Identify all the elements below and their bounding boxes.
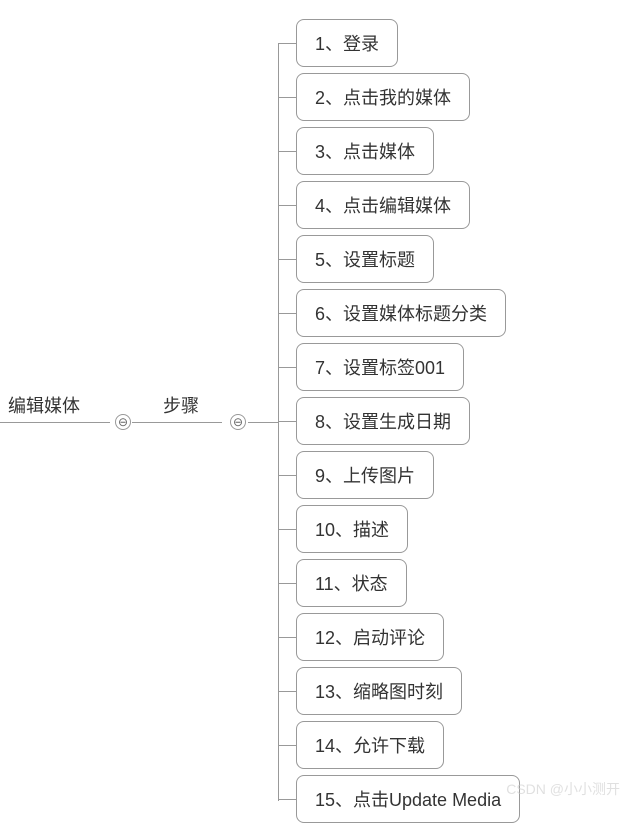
leaf-box: 2、点击我的媒体 xyxy=(296,73,470,121)
leaf-node[interactable]: 8、设置生成日期 xyxy=(278,394,618,448)
leaf-label: 11、状态 xyxy=(315,574,388,594)
leaf-container: 1、登录 2、点击我的媒体 3、点击媒体 4、点击编辑媒体 5、设置标题 xyxy=(278,16,618,826)
leaf-connector-line xyxy=(278,205,296,206)
leaf-connector-line xyxy=(278,745,296,746)
leaf-box: 13、缩略图时刻 xyxy=(296,667,462,715)
leaf-label: 7、设置标签001 xyxy=(315,358,445,378)
leaf-box: 14、允许下载 xyxy=(296,721,444,769)
leaf-node[interactable]: 2、点击我的媒体 xyxy=(278,70,618,124)
leaf-connector-line xyxy=(278,637,296,638)
leaf-connector-line xyxy=(278,691,296,692)
branch-connector-line xyxy=(248,422,278,423)
mid-node[interactable]: 步骤 xyxy=(155,388,207,422)
minus-icon: ⊖ xyxy=(233,416,243,428)
leaf-label: 5、设置标题 xyxy=(315,250,415,270)
leaf-box: 12、启动评论 xyxy=(296,613,444,661)
mid-connector-line xyxy=(132,422,222,423)
leaf-connector-line xyxy=(278,313,296,314)
watermark-text: CSDN @小小测开 xyxy=(506,779,620,799)
leaf-connector-line xyxy=(278,583,296,584)
root-label: 编辑媒体 xyxy=(8,396,80,416)
mindmap-diagram: 编辑媒体 ⊖ 步骤 ⊖ 1、登录 2、点击我的媒体 3、点击媒体 xyxy=(0,0,640,809)
leaf-box: 11、状态 xyxy=(296,559,407,607)
leaf-connector-line xyxy=(278,529,296,530)
leaf-node[interactable]: 3、点击媒体 xyxy=(278,124,618,178)
leaf-connector-line xyxy=(278,475,296,476)
collapse-toggle-root[interactable]: ⊖ xyxy=(115,414,131,430)
leaf-connector-line xyxy=(278,367,296,368)
leaf-node[interactable]: 13、缩略图时刻 xyxy=(278,664,618,718)
leaf-connector-line xyxy=(278,799,296,800)
leaf-connector-line xyxy=(278,259,296,260)
leaf-label: 15、点击Update Media xyxy=(315,790,501,810)
leaf-label: 1、登录 xyxy=(315,34,379,54)
leaf-label: 6、设置媒体标题分类 xyxy=(315,304,487,324)
leaf-box: 15、点击Update Media xyxy=(296,775,520,823)
mid-label: 步骤 xyxy=(163,396,199,416)
leaf-box: 8、设置生成日期 xyxy=(296,397,470,445)
root-connector-line xyxy=(0,422,110,423)
leaf-node[interactable]: 6、设置媒体标题分类 xyxy=(278,286,618,340)
leaf-connector-line xyxy=(278,43,296,44)
leaf-label: 9、上传图片 xyxy=(315,466,415,486)
leaf-box: 6、设置媒体标题分类 xyxy=(296,289,506,337)
leaf-node[interactable]: 1、登录 xyxy=(278,16,618,70)
leaf-label: 10、描述 xyxy=(315,520,389,540)
collapse-toggle-mid[interactable]: ⊖ xyxy=(230,414,246,430)
minus-icon: ⊖ xyxy=(118,416,128,428)
leaf-box: 9、上传图片 xyxy=(296,451,434,499)
leaf-label: 13、缩略图时刻 xyxy=(315,682,443,702)
leaf-label: 4、点击编辑媒体 xyxy=(315,196,451,216)
leaf-box: 10、描述 xyxy=(296,505,408,553)
leaf-box: 7、设置标签001 xyxy=(296,343,464,391)
leaf-box: 3、点击媒体 xyxy=(296,127,434,175)
leaf-connector-line xyxy=(278,151,296,152)
leaf-label: 12、启动评论 xyxy=(315,628,425,648)
leaf-node[interactable]: 11、状态 xyxy=(278,556,618,610)
leaf-node[interactable]: 5、设置标题 xyxy=(278,232,618,286)
leaf-label: 2、点击我的媒体 xyxy=(315,88,451,108)
leaf-node[interactable]: 9、上传图片 xyxy=(278,448,618,502)
leaf-node[interactable]: 14、允许下载 xyxy=(278,718,618,772)
root-node[interactable]: 编辑媒体 xyxy=(0,388,88,422)
leaf-label: 14、允许下载 xyxy=(315,736,425,756)
leaf-box: 4、点击编辑媒体 xyxy=(296,181,470,229)
leaf-box: 1、登录 xyxy=(296,19,398,67)
leaf-node[interactable]: 4、点击编辑媒体 xyxy=(278,178,618,232)
leaf-connector-line xyxy=(278,421,296,422)
leaf-node[interactable]: 10、描述 xyxy=(278,502,618,556)
leaf-label: 8、设置生成日期 xyxy=(315,412,451,432)
leaf-node[interactable]: 7、设置标签001 xyxy=(278,340,618,394)
leaf-box: 5、设置标题 xyxy=(296,235,434,283)
leaf-node[interactable]: 12、启动评论 xyxy=(278,610,618,664)
leaf-connector-line xyxy=(278,97,296,98)
leaf-label: 3、点击媒体 xyxy=(315,142,415,162)
